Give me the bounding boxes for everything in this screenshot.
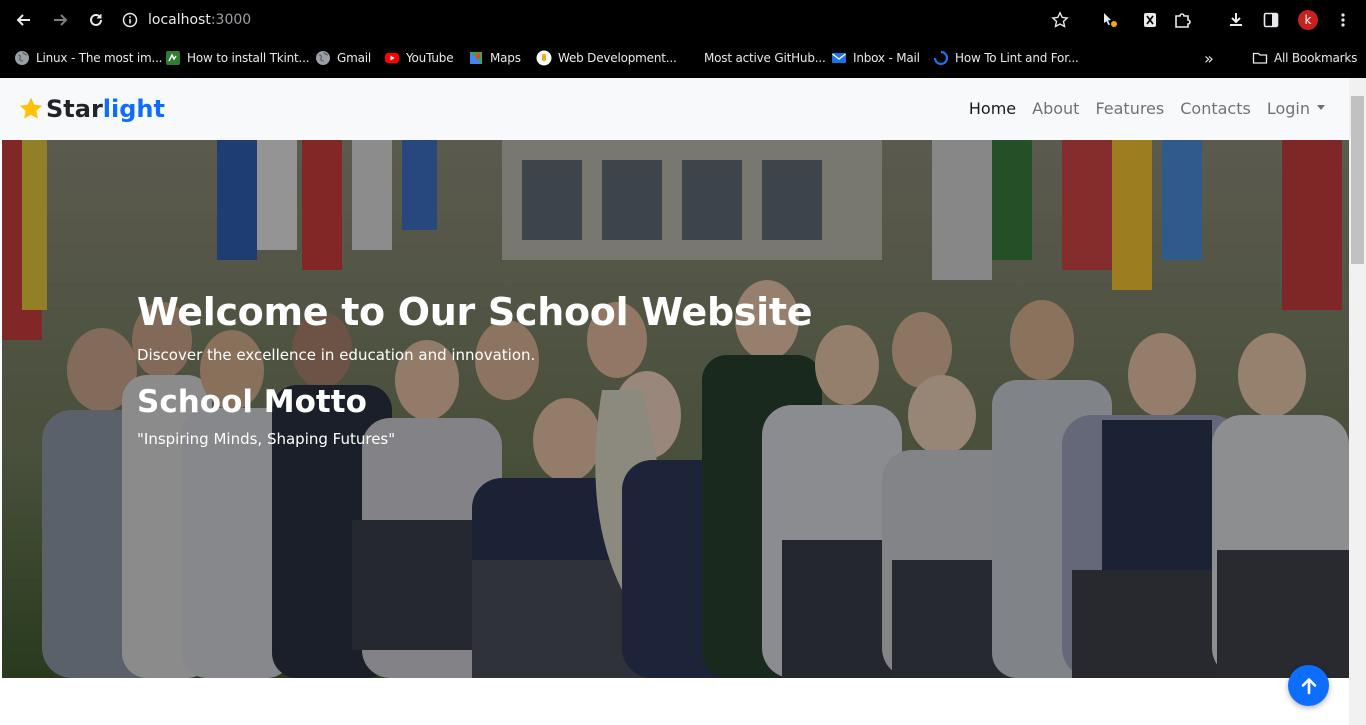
arrow-up-icon <box>1301 677 1316 694</box>
bookmark-label: How to install Tkint... <box>187 51 310 65</box>
chevron-down-icon <box>1317 105 1325 110</box>
maps-icon <box>468 50 484 66</box>
downloads-icon[interactable] <box>1224 8 1248 32</box>
bookmark-item[interactable]: How To Lint and For... <box>933 48 1079 68</box>
extension-x-icon[interactable] <box>1138 8 1162 32</box>
bookmark-item[interactable]: How to install Tkint... <box>165 48 310 68</box>
site-navbar: Star light Home About Features Contacts L… <box>0 78 1349 140</box>
site-info-icon[interactable] <box>122 12 138 28</box>
forward-icon[interactable] <box>48 8 72 32</box>
side-panel-icon[interactable] <box>1259 8 1283 32</box>
bookmark-label: Gmail <box>337 51 372 65</box>
globe-icon <box>315 50 331 66</box>
extensions-puzzle-icon[interactable] <box>1170 8 1194 32</box>
scrollbar-thumb[interactable] <box>1351 96 1364 264</box>
all-bookmarks-label: All Bookmarks <box>1274 51 1358 65</box>
nav-features-link[interactable]: Features <box>1095 99 1164 118</box>
nav-links: Home About Features Contacts Login <box>953 99 1325 118</box>
mail-icon <box>831 50 847 66</box>
bookmark-label: Linux - The most im... <box>36 51 163 65</box>
brand-logo[interactable]: Star light <box>18 95 165 123</box>
brand-star-word: Star <box>46 95 103 123</box>
address-bar[interactable]: localhost:3000 <box>122 6 1132 34</box>
url-port: :3000 <box>210 12 252 28</box>
all-bookmarks-button[interactable]: All Bookmarks <box>1252 48 1357 68</box>
bookmark-label: Web Development... <box>558 51 677 65</box>
bookmark-label: How To Lint and For... <box>955 51 1079 65</box>
url-host: localhost <box>148 12 211 28</box>
page-scrollbar[interactable] <box>1349 78 1366 725</box>
nav-home-link[interactable]: Home <box>969 99 1016 118</box>
star-icon <box>19 97 43 119</box>
extension-cursor-icon[interactable] <box>1098 8 1122 32</box>
bookmark-item[interactable]: Web Development... <box>536 48 677 68</box>
web-dev-icon <box>536 50 552 66</box>
back-to-top-button[interactable] <box>1288 665 1329 706</box>
globe-icon <box>14 50 30 66</box>
motto-text: "Inspiring Minds, Shaping Futures" <box>137 430 396 448</box>
bookmark-label: Maps <box>490 51 521 65</box>
bookmark-item[interactable]: YouTube <box>384 48 454 68</box>
bookmark-item[interactable]: Most active GitHub... <box>704 48 826 68</box>
bookmarks-bar: Linux - The most im... How to install Tk… <box>0 40 1366 76</box>
bookmark-item[interactable]: Linux - The most im... <box>14 48 162 68</box>
bookmark-item[interactable]: Maps <box>468 48 521 68</box>
back-icon[interactable] <box>12 8 36 32</box>
bookmark-star-icon[interactable] <box>1048 8 1072 32</box>
folder-icon <box>1252 50 1268 66</box>
hero-caption: Welcome to Our School Website Discover t… <box>137 290 813 448</box>
nav-contacts-link[interactable]: Contacts <box>1180 99 1251 118</box>
loading-icon <box>933 50 949 66</box>
hero-title: Welcome to Our School Website <box>137 290 813 334</box>
brand-light-word: light <box>102 95 165 123</box>
hero-banner: Welcome to Our School Website Discover t… <box>2 140 1349 678</box>
menu-kebab-icon[interactable] <box>1331 8 1355 32</box>
bookmark-label: Most active GitHub... <box>704 51 826 65</box>
bookmark-label: Inbox - Mail <box>853 51 920 65</box>
bookmarks-overflow-button[interactable]: » <box>1204 48 1214 68</box>
bookmark-item[interactable]: Gmail <box>315 48 371 68</box>
url-text: localhost:3000 <box>148 12 251 28</box>
profile-avatar[interactable]: k <box>1298 10 1318 30</box>
browser-toolbar: localhost:3000 k <box>0 0 1366 40</box>
nav-login-label: Login <box>1266 99 1310 118</box>
nav-about-link[interactable]: About <box>1032 99 1079 118</box>
bookmark-item[interactable]: Inbox - Mail <box>831 48 920 68</box>
hero-subtitle: Discover the excellence in education and… <box>137 346 536 364</box>
bookmark-label: YouTube <box>406 51 454 65</box>
motto-heading: School Motto <box>137 384 367 420</box>
page-viewport: Star light Home About Features Contacts L… <box>0 78 1366 725</box>
reload-icon[interactable] <box>84 8 108 32</box>
green-doc-icon <box>165 50 181 66</box>
nav-login-dropdown[interactable]: Login <box>1267 99 1325 118</box>
youtube-icon <box>384 50 400 66</box>
